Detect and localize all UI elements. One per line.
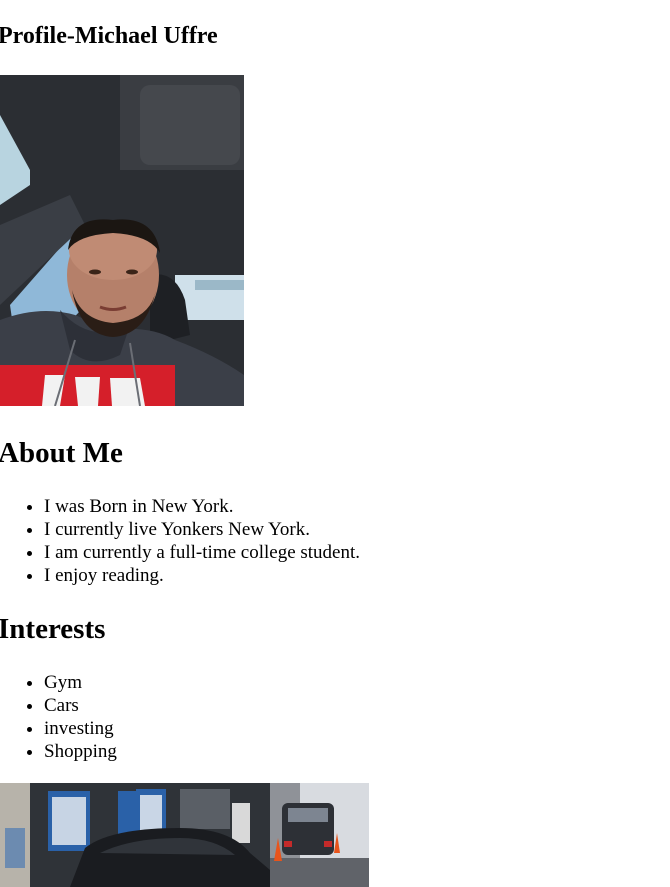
profile-page: Profile-Michael Uffre About Me • I was B… <box>0 0 670 887</box>
interests-list: Gym Cars investing Shopping <box>0 671 117 763</box>
list-item: I enjoy reading. <box>44 564 360 587</box>
about-me-list: I was Born in New York. I currently live… <box>0 495 360 587</box>
profile-photo <box>0 75 244 406</box>
list-item: I was Born in New York. <box>44 495 360 518</box>
page-title: Profile-Michael Uffre <box>0 23 218 49</box>
interests-heading: Interests <box>0 613 106 645</box>
list-item: Shopping <box>44 740 117 763</box>
list-item: I currently live Yonkers New York. <box>44 518 360 541</box>
list-item: investing <box>44 717 117 740</box>
about-me-heading: About Me <box>0 437 123 469</box>
list-item: Gym <box>44 671 117 694</box>
car-photo <box>0 783 369 887</box>
list-item: Cars <box>44 694 117 717</box>
list-item: I am currently a full-time college stude… <box>44 541 360 564</box>
